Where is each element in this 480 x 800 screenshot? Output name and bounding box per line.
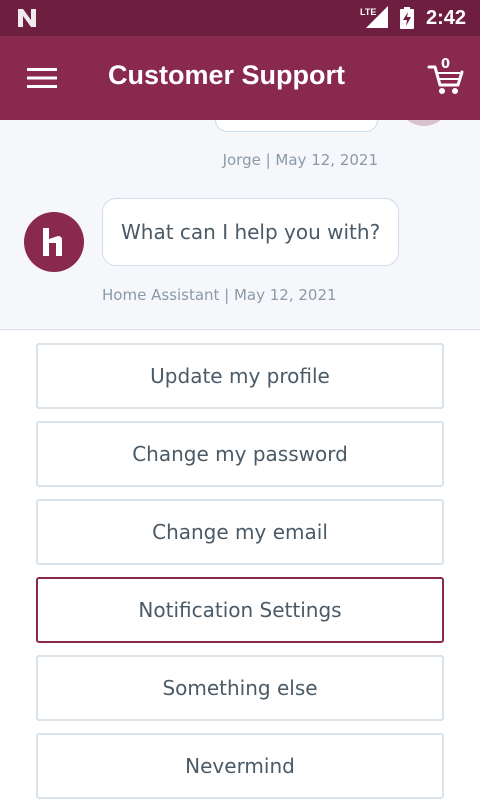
network-label: LTE xyxy=(360,7,376,17)
update-profile-button[interactable]: Update my profile xyxy=(36,343,444,409)
change-email-button[interactable]: Change my email xyxy=(36,499,444,565)
status-time: 2:42 xyxy=(426,7,467,29)
quick-reply-options: Update my profile Change my password Cha… xyxy=(0,331,480,800)
status-bar: LTE 2:42 xyxy=(0,0,480,36)
menu-icon[interactable] xyxy=(24,64,60,92)
signal-icon: LTE xyxy=(360,6,388,28)
message-meta: Home Assistant | May 12, 2021 xyxy=(102,286,337,304)
cart-count-badge: 0 xyxy=(441,57,451,72)
chat-history: Jorge | May 12, 2021 What can I help you… xyxy=(0,120,480,330)
notification-settings-button[interactable]: Notification Settings xyxy=(36,577,444,643)
battery-charging-icon xyxy=(400,7,414,29)
nevermind-button[interactable]: Nevermind xyxy=(36,733,444,799)
message-bubble: What can I help you with? xyxy=(102,198,400,266)
page-title: Customer Support xyxy=(108,60,346,90)
something-else-button[interactable]: Something else xyxy=(36,655,444,721)
change-password-button[interactable]: Change my password xyxy=(36,421,444,487)
app-bar: Customer Support 0 xyxy=(0,36,480,120)
n-logo-icon xyxy=(18,9,36,27)
brand-logo-icon xyxy=(43,228,62,256)
message-bubble xyxy=(215,120,378,132)
message-meta: Jorge | May 12, 2021 xyxy=(222,151,378,169)
avatar xyxy=(398,120,450,126)
avatar xyxy=(24,212,84,272)
